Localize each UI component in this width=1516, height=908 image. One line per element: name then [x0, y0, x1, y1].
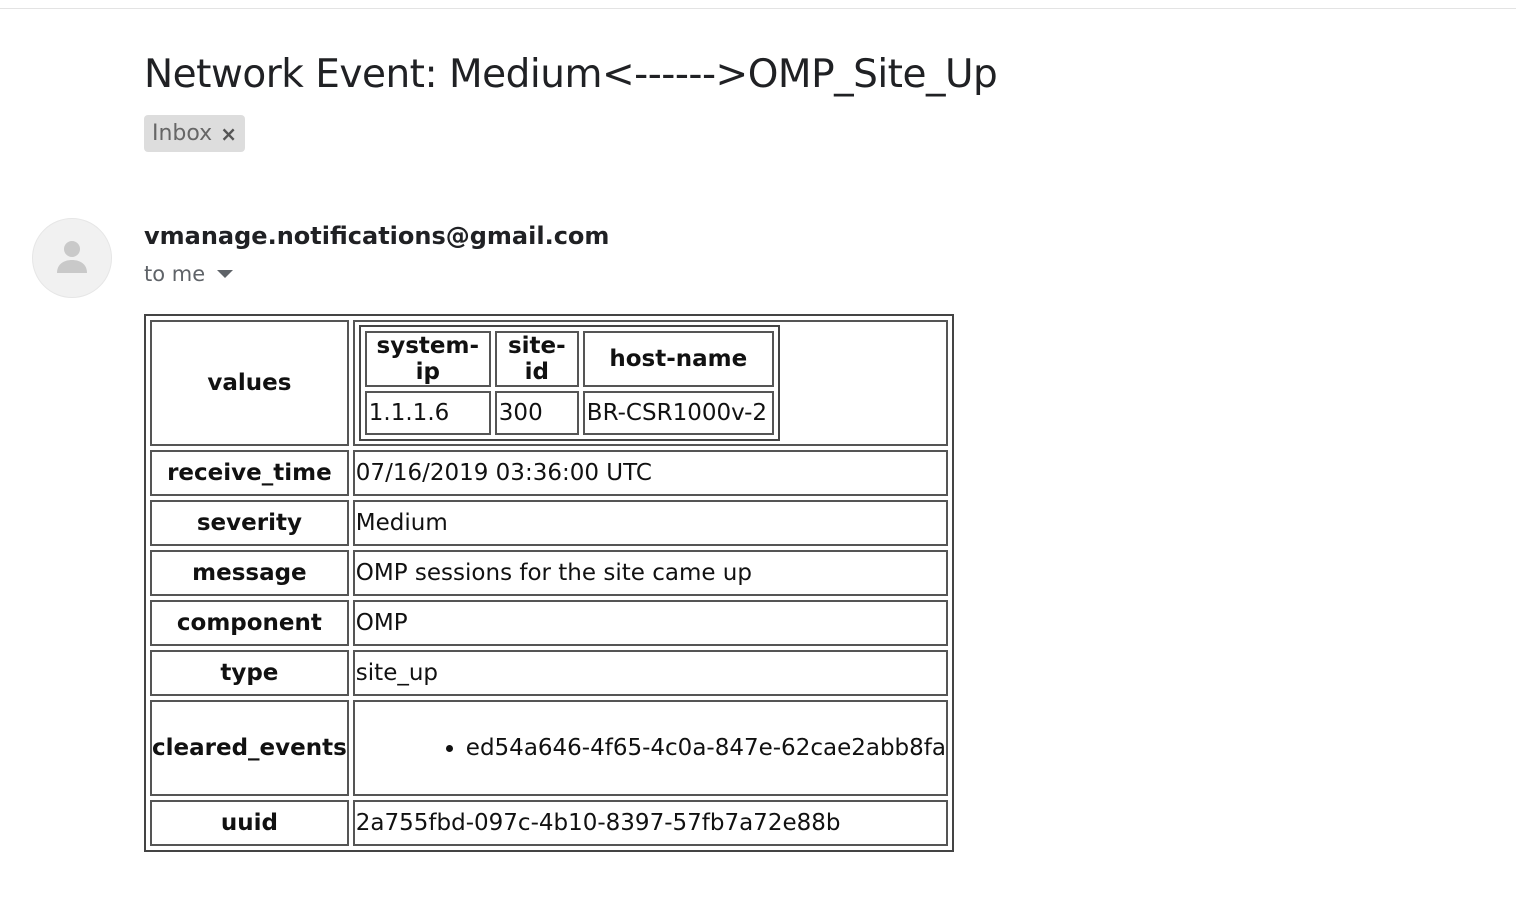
person-silhouette-icon	[57, 241, 87, 273]
table-cell: BR-CSR1000v-2	[582, 391, 774, 435]
close-icon[interactable]: ×	[220, 122, 237, 146]
avatar[interactable]	[32, 218, 112, 298]
table-key: type	[150, 650, 349, 696]
recipient-details-toggle[interactable]: to me	[144, 262, 234, 286]
table-value: OMP	[352, 600, 948, 646]
list-item: ed54a646-4f65-4c0a-847e-62cae2abb8fa	[466, 734, 946, 762]
email-subject: Network Event: Medium<------>OMP_Site_Up	[144, 52, 998, 97]
table-value: ed54a646-4f65-4c0a-847e-62cae2abb8fa	[352, 700, 948, 796]
table-key: message	[150, 550, 349, 596]
label-text: Inbox	[152, 121, 213, 146]
table-value: system-ip site-id host-name 1.1.1.6 300 …	[352, 320, 948, 446]
caret-down-icon[interactable]	[217, 270, 234, 278]
table-key: component	[150, 600, 349, 646]
top-divider	[0, 8, 1516, 9]
table-value: Medium	[352, 500, 948, 546]
table-row: type site_up	[150, 650, 948, 696]
values-table: system-ip site-id host-name 1.1.1.6 300 …	[358, 325, 780, 441]
table-key: receive_time	[150, 450, 349, 496]
table-value: 07/16/2019 03:36:00 UTC	[352, 450, 948, 496]
table-value: 2a755fbd-097c-4b10-8397-57fb7a72e88b	[352, 800, 948, 846]
table-row: component OMP	[150, 600, 948, 646]
values-header-row: system-ip site-id host-name	[364, 331, 774, 387]
table-value: site_up	[352, 650, 948, 696]
recipient-text: to me	[144, 262, 206, 286]
table-row: message OMP sessions for the site came u…	[150, 550, 948, 596]
cleared-events-list: ed54a646-4f65-4c0a-847e-62cae2abb8fa	[356, 734, 946, 762]
table-key: cleared_events	[150, 700, 349, 796]
values-data-row: 1.1.1.6 300 BR-CSR1000v-2	[364, 391, 774, 435]
table-value: OMP sessions for the site came up	[352, 550, 948, 596]
table-row-cleared-events: cleared_events ed54a646-4f65-4c0a-847e-6…	[150, 700, 948, 796]
table-key: uuid	[150, 800, 349, 846]
table-key: severity	[150, 500, 349, 546]
column-header: host-name	[582, 331, 774, 387]
table-row-values: values system-ip site-id host-name 1.1.1…	[150, 320, 948, 446]
table-row: severity Medium	[150, 500, 948, 546]
event-table: values system-ip site-id host-name 1.1.1…	[144, 314, 954, 852]
sender-email[interactable]: vmanage.notifications@gmail.com	[144, 222, 609, 250]
column-header: system-ip	[364, 331, 491, 387]
column-header: site-id	[494, 331, 579, 387]
table-row-uuid: uuid 2a755fbd-097c-4b10-8397-57fb7a72e88…	[150, 800, 948, 846]
table-cell: 1.1.1.6	[364, 391, 491, 435]
table-cell: 300	[494, 391, 579, 435]
inbox-label-chip[interactable]: Inbox ×	[144, 115, 245, 152]
table-key: values	[150, 320, 349, 446]
table-row: receive_time 07/16/2019 03:36:00 UTC	[150, 450, 948, 496]
